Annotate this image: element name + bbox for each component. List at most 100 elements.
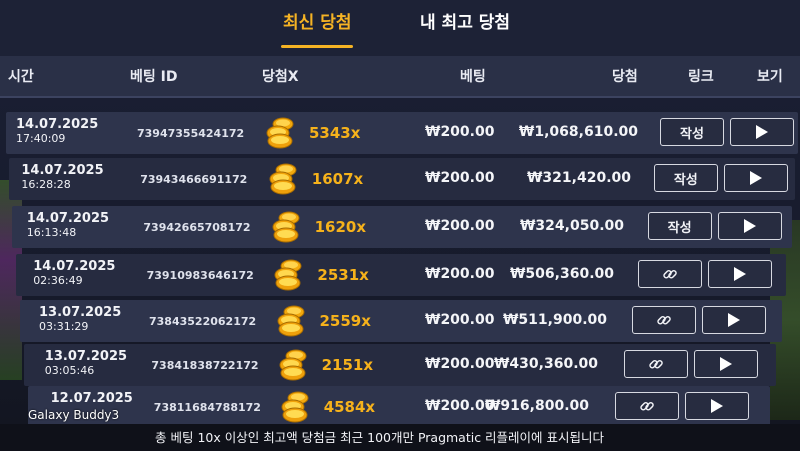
bet-amount: ₩200.00: [425, 218, 495, 234]
bet-amount: ₩200.00: [425, 124, 495, 140]
chain-link-icon: [648, 356, 664, 372]
column-header-view: 보기: [757, 69, 783, 85]
view-replay-button[interactable]: [702, 306, 766, 334]
view-replay-button[interactable]: [730, 118, 794, 146]
win-multiplier: 2559x: [319, 312, 371, 330]
gold-coins-icon: [276, 303, 306, 337]
win-clock: 03:05:46: [44, 364, 95, 377]
bet-amount: ₩200.00: [425, 266, 495, 282]
chain-link-icon: [639, 398, 655, 414]
win-time: 12.07.2025: [51, 392, 133, 406]
bet-id: 73943466691172: [140, 173, 248, 186]
win-clock: 17:40:09: [16, 132, 66, 145]
win-amount: ₩1,068,610.00: [518, 124, 638, 140]
tab-bar: 최신 당첨 내 최고 당첨: [0, 0, 800, 56]
bet-amount: ₩200.00: [425, 170, 495, 186]
column-header-win-x: 당첨X: [262, 69, 299, 85]
footer-bar: 총 베팅 10x 이상인 최고액 당첨금 최근 100개만 Pragmatic …: [0, 424, 800, 451]
win-date: 14.07.2025: [26, 211, 110, 226]
win-date: 13.07.2025: [44, 349, 128, 364]
table-row: 14.07.2025 02:36:49 73910983646172 2531x ₩20…: [16, 254, 786, 296]
win-amount: ₩324,050.00: [519, 218, 624, 234]
gold-coins-icon: [280, 389, 310, 423]
tab-latest-wins[interactable]: 최신 당첨: [280, 8, 354, 48]
column-header-link: 링크: [688, 69, 714, 85]
win-multiplier: 4584x: [323, 398, 376, 416]
win-time: 13.07.2025 03:31:29: [39, 306, 121, 334]
play-icon: [711, 399, 724, 413]
bet-amount: ₩200.00: [425, 356, 495, 372]
column-header-time: 시간: [8, 69, 34, 85]
win-time: 14.07.2025 02:36:49: [33, 260, 115, 288]
win-amount: ₩506,360.00: [509, 266, 614, 282]
table-header: 시간 베팅 ID 당첨X 베팅 당첨 링크 보기: [0, 56, 800, 98]
bet-id: 73841838722172: [151, 359, 259, 372]
column-header-bet-id: 베팅 ID: [130, 69, 178, 85]
win-amount: ₩321,420.00: [526, 170, 631, 186]
win-time: 13.07.2025 03:05:46: [45, 350, 127, 378]
win-time: 14.07.2025 17:40:09: [16, 118, 98, 146]
table-row: 12.07.2025 73811684788172 4584x ₩200.00 ₩916…: [28, 386, 770, 428]
win-date: 14.07.2025: [16, 117, 99, 132]
win-multiplier: 2531x: [317, 266, 369, 284]
win-clock: 02:36:49: [33, 274, 83, 287]
tab-my-best-wins[interactable]: 내 최고 당첨: [420, 8, 510, 48]
win-time: 14.07.2025 16:13:48: [27, 212, 109, 240]
write-link-button[interactable]: 작성: [660, 118, 724, 146]
table-row: 13.07.2025 03:05:46 73841838722172 2151x ₩20…: [24, 344, 776, 386]
bet-id: 73811684788172: [153, 401, 261, 414]
win-multiplier: 1607x: [311, 170, 364, 188]
win-clock: 16:13:48: [26, 226, 77, 239]
win-amount: ₩430,360.00: [493, 356, 598, 372]
gold-coins-icon: [278, 347, 308, 381]
bet-amount: ₩200.00: [425, 312, 495, 328]
win-clock: 03:31:29: [39, 320, 89, 333]
gold-coins-icon: [268, 161, 298, 195]
view-replay-button[interactable]: [693, 350, 758, 378]
copy-link-button[interactable]: [638, 260, 703, 288]
view-replay-button[interactable]: [723, 164, 788, 192]
win-amount: ₩916,800.00: [484, 398, 589, 414]
column-header-win: 당첨: [612, 69, 638, 85]
table-row: 14.07.2025 16:28:28 73943466691172 1607x ₩20…: [9, 158, 795, 200]
view-replay-button[interactable]: [685, 392, 750, 420]
play-icon: [743, 219, 756, 233]
win-date: 12.07.2025: [50, 391, 133, 406]
play-icon: [728, 313, 740, 327]
win-multiplier: 5343x: [309, 124, 361, 142]
win-amount: ₩511,900.00: [502, 312, 607, 328]
bet-id: 73843522062172: [149, 315, 257, 328]
copy-link-button[interactable]: [632, 306, 696, 334]
win-multiplier: 2151x: [321, 356, 374, 374]
copy-link-button[interactable]: [615, 392, 680, 420]
camera-watermark: Galaxy Buddy3: [28, 408, 120, 422]
win-date: 14.07.2025: [33, 259, 116, 274]
footer-note: 총 베팅 10x 이상인 최고액 당첨금 최근 100개만 Pragmatic …: [155, 430, 605, 445]
play-icon: [719, 357, 732, 371]
copy-link-button[interactable]: [623, 350, 688, 378]
bet-id: 73910983646172: [146, 269, 254, 282]
wins-panel: 최신 당첨 내 최고 당첨 시간 베팅 ID 당첨X 베팅 당첨 링크 보기 1…: [0, 0, 800, 451]
bet-id: 73947355424172: [137, 127, 245, 140]
replay-screen: 최신 당첨 내 최고 당첨 시간 베팅 ID 당첨X 베팅 당첨 링크 보기 1…: [0, 0, 800, 451]
view-replay-button[interactable]: [717, 212, 782, 240]
gold-coins-icon: [273, 257, 303, 291]
column-header-bet: 베팅: [460, 69, 486, 85]
gold-coins-icon: [265, 115, 295, 149]
view-replay-button[interactable]: [708, 260, 773, 288]
win-date: 13.07.2025: [39, 305, 122, 320]
chain-link-icon: [656, 312, 672, 328]
win-time: 14.07.2025 16:28:28: [21, 164, 103, 192]
win-date: 14.07.2025: [21, 163, 104, 178]
win-multiplier: 1620x: [314, 218, 367, 236]
write-link-button[interactable]: 작성: [653, 164, 718, 192]
table-row: 14.07.2025 16:13:48 73942665708172 1620x ₩20…: [12, 206, 792, 248]
win-clock: 16:28:28: [21, 178, 71, 191]
play-icon: [756, 125, 768, 139]
play-icon: [734, 267, 747, 281]
play-icon: [749, 171, 762, 185]
gold-coins-icon: [271, 209, 301, 243]
write-link-button[interactable]: 작성: [647, 212, 712, 240]
table-row: 14.07.2025 17:40:09 73947355424172 5343x ₩20…: [6, 112, 798, 154]
table-row: 13.07.2025 03:31:29 73843522062172 2559x ₩20…: [20, 300, 782, 342]
